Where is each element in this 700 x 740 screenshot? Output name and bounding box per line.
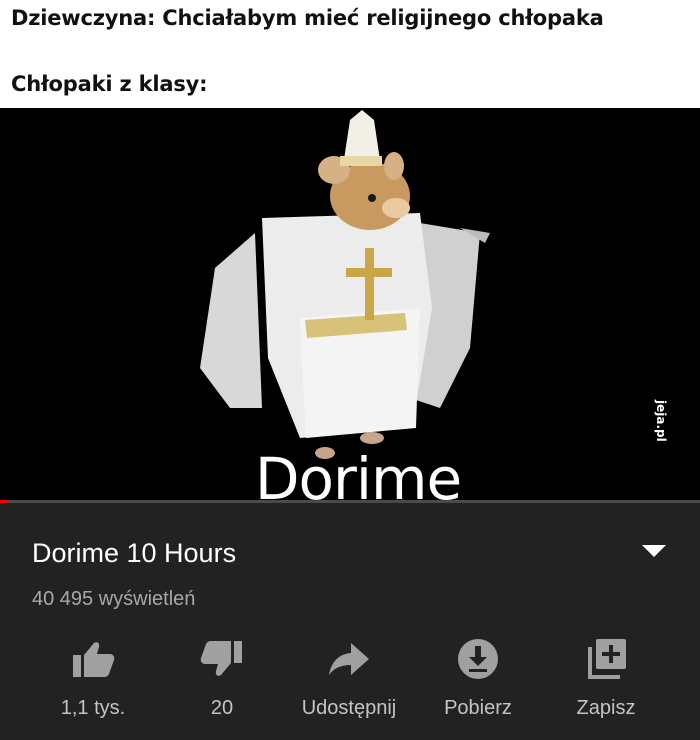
- share-icon: [329, 643, 369, 675]
- save-button[interactable]: Zapisz: [546, 635, 666, 720]
- watermark-logo: jeja.pl: [654, 400, 668, 442]
- dislike-count: 20: [210, 697, 234, 719]
- video-player[interactable]: Dorime: [0, 108, 700, 503]
- save-playlist-icon: [588, 639, 626, 679]
- download-icon: [458, 639, 498, 679]
- chevron-down-icon[interactable]: [640, 543, 668, 559]
- like-count: 1,1 tys.: [60, 697, 126, 719]
- save-label: Zapisz: [576, 697, 636, 719]
- view-count: 40 495 wyświetleń: [32, 588, 196, 610]
- share-label: Udostępnij: [301, 697, 397, 719]
- download-label: Pobierz: [444, 697, 512, 719]
- meme-caption-line1: Dziewczyna: Chciałabym mieć religijnego …: [11, 6, 604, 30]
- download-button[interactable]: Pobierz: [418, 635, 538, 720]
- video-overlay-text: Dorime: [254, 445, 462, 503]
- thumbs-down-icon: [200, 641, 242, 676]
- video-title: Dorime 10 Hours: [32, 538, 237, 568]
- thumbs-up-icon: [73, 642, 115, 677]
- share-button[interactable]: Udostępnij: [289, 635, 409, 720]
- meme-caption-line2: Chłopaki z klasy:: [11, 72, 208, 96]
- video-info-panel: Dorime 10 Hours 40 495 wyświetleń 1,1 ty…: [0, 503, 700, 740]
- pope-hamster-image: [200, 110, 490, 459]
- dislike-button[interactable]: 20: [162, 635, 282, 720]
- like-button[interactable]: 1,1 tys.: [33, 635, 153, 720]
